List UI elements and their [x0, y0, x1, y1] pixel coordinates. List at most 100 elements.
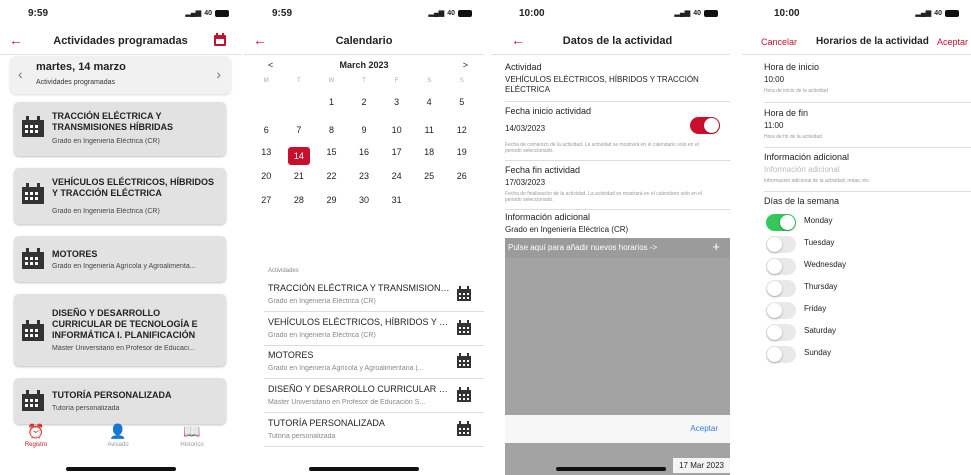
nav-bar: ← Calendario: [244, 28, 484, 55]
activity-list-item[interactable]: MOTORES Grado en Ingeniería Agrícola y Ag…: [264, 345, 484, 379]
calendar-day[interactable]: 12: [445, 125, 478, 135]
battery-icon: [215, 9, 229, 17]
activity-subtitle: Grado en Ingeniería Eléctrica (CR): [268, 298, 376, 305]
day-toggle[interactable]: [766, 302, 796, 319]
additional-info-field[interactable]: Información adicional Información adicio…: [764, 152, 963, 184]
activity-title: MOTORES: [268, 350, 314, 360]
additional-info-field[interactable]: Información adicional Grado en Ingenierí…: [505, 212, 722, 235]
tab-registro[interactable]: ⏰ Registro: [6, 423, 66, 448]
calendar-day[interactable]: 4: [413, 97, 446, 107]
calendar-day[interactable]: 10: [380, 125, 413, 135]
calendar-day[interactable]: 28: [283, 195, 316, 205]
calendar-week-row: 20 21 22 23 24 25 26: [250, 171, 478, 181]
calendar-day[interactable]: 27: [250, 195, 283, 205]
calendar-day[interactable]: 11: [413, 125, 446, 135]
activity-subtitle: Grado en Ingeniería Agrícola y Agroalime…: [268, 365, 424, 372]
calendar-day[interactable]: 8: [315, 125, 348, 135]
activity-list-item[interactable]: VEHÍCULOS ELÉCTRICOS, HÍBRIDOS Y TRA... G…: [264, 312, 484, 346]
page-title: Horarios de la actividad: [816, 36, 929, 47]
activity-card[interactable]: DISEÑO Y DESARROLLO CURRICULAR DE TECNOL…: [14, 294, 226, 366]
activity-card[interactable]: TUTORÍA PERSONALIZADA Tutoría personaliz…: [14, 378, 226, 424]
accept-button[interactable]: Aceptar: [937, 37, 968, 47]
calendar-day[interactable]: 6: [250, 125, 283, 135]
calendar-icon: [22, 116, 44, 137]
calendar-day[interactable]: 2: [348, 97, 381, 107]
field-label: Hora de inicio: [764, 62, 820, 72]
previous-day-icon[interactable]: ‹: [18, 66, 23, 82]
calendar-day[interactable]: 26: [445, 171, 478, 181]
field-label: Información adicional: [505, 212, 591, 222]
calendar-icon: [457, 421, 471, 436]
next-month-button[interactable]: >: [463, 60, 468, 70]
activity-card[interactable]: TRACCIÓN ELÉCTRICA Y TRANSMISIONES HÍBRI…: [14, 102, 226, 156]
activity-card[interactable]: VEHÍCULOS ELÉCTRICOS, HÍBRIDOS Y TRACCIÓ…: [14, 168, 226, 224]
day-toggle[interactable]: [766, 324, 796, 341]
screen-calendario: 9:59 ▂▄▆ 40 ← Calendario < March 2023 > M…: [244, 0, 484, 475]
calendar-day[interactable]: 5: [445, 97, 478, 107]
calendar-week-row: 12345: [250, 97, 478, 107]
battery-icon: [945, 9, 959, 17]
field-value: 11:00: [764, 121, 784, 130]
network-label: 40: [204, 9, 212, 17]
info-input[interactable]: Información adicional: [764, 165, 963, 175]
field-label: Hora de fin: [764, 108, 809, 118]
modal-overlay: [505, 258, 730, 415]
field-hint: Hora de inicio de la actividad: [764, 88, 828, 94]
day-toggle[interactable]: [766, 236, 796, 253]
calendar-day[interactable]: 22: [315, 171, 348, 181]
calendar-day[interactable]: 1: [315, 97, 348, 107]
next-day-icon[interactable]: ›: [216, 66, 221, 82]
tab-avisado[interactable]: 👤 Avisado: [88, 423, 148, 448]
calendar-day[interactable]: 23: [348, 171, 381, 181]
calendar-day[interactable]: 19: [445, 147, 478, 165]
end-date-field[interactable]: Fecha fin actividad 17/03/2023 Fecha de …: [505, 165, 722, 203]
signal-indicator: ▂▄▆ 40: [674, 9, 718, 17]
calendar-day[interactable]: 16: [348, 147, 381, 165]
activity-title: DISEÑO Y DESARROLLO CURRICULAR DE...: [268, 384, 453, 394]
signal-icon: ▂▄▆: [915, 10, 932, 17]
calendar-day[interactable]: 25: [413, 171, 446, 181]
start-date-field[interactable]: Fecha inicio actividad 14/03/2023 Fecha …: [505, 106, 722, 154]
weekday-label: S: [459, 78, 464, 84]
day-toggle[interactable]: [766, 280, 796, 297]
activity-list-item[interactable]: DISEÑO Y DESARROLLO CURRICULAR DE... Mást…: [264, 379, 484, 413]
calendar-day[interactable]: 15: [315, 147, 348, 165]
calendar-day[interactable]: 13: [250, 147, 283, 165]
end-time-field[interactable]: Hora de fin 11:00 Hora de fin de la acti…: [764, 108, 963, 140]
tab-historico[interactable]: 📖 Historico: [162, 423, 222, 448]
accept-button[interactable]: Aceptar: [690, 424, 718, 433]
selected-day-marker: 14: [287, 147, 310, 165]
network-label: 40: [693, 9, 701, 17]
calendar-day[interactable]: 17: [380, 147, 413, 165]
calendar-day[interactable]: 20: [250, 171, 283, 181]
calendar-icon: [22, 183, 44, 204]
start-date-toggle[interactable]: [690, 117, 720, 134]
calendar-day[interactable]: 7: [283, 125, 316, 135]
calendar-day[interactable]: 29: [315, 195, 348, 205]
calendar-week-row: 27 28 29 30 31: [250, 195, 478, 205]
calendar-day[interactable]: 31: [380, 195, 413, 205]
calendar-day[interactable]: 3: [380, 97, 413, 107]
calendar-day[interactable]: 14: [283, 147, 316, 165]
activity-list-item[interactable]: TRACCIÓN ELÉCTRICA Y TRANSMISIONES... Gra…: [264, 278, 484, 312]
activity-subtitle: Tutoría personalizada: [52, 405, 120, 412]
calendar-day[interactable]: 30: [348, 195, 381, 205]
signal-indicator: ▂▄▆ 40: [185, 9, 229, 17]
day-toggle[interactable]: [766, 258, 796, 275]
calendar-icon[interactable]: [213, 32, 227, 47]
activity-card[interactable]: MOTORES Grado en Ingeniería Agrícola y A…: [14, 236, 226, 282]
status-time: 9:59: [28, 8, 49, 19]
calendar-day[interactable]: 21: [283, 171, 316, 181]
signal-indicator: ▂▄▆ 40: [428, 9, 472, 17]
cancel-button[interactable]: Cancelar: [761, 37, 797, 47]
calendar-day[interactable]: 18: [413, 147, 446, 165]
add-schedule-button[interactable]: Pulse aquí para añadir nuevos horarios -…: [505, 238, 730, 258]
activity-list-item[interactable]: TUTORÍA PERSONALIZADA Tutoría personaliza…: [264, 413, 484, 447]
calendar-day[interactable]: 24: [380, 171, 413, 181]
day-toggle[interactable]: [766, 346, 796, 363]
day-toggle[interactable]: [766, 214, 796, 231]
start-time-field[interactable]: Hora de inicio 10:00 Hora de inicio de l…: [764, 62, 963, 94]
calendar-icon: [22, 390, 44, 411]
selected-date-pill[interactable]: 17 Mar 2023: [673, 458, 730, 473]
calendar-day[interactable]: 9: [348, 125, 381, 135]
